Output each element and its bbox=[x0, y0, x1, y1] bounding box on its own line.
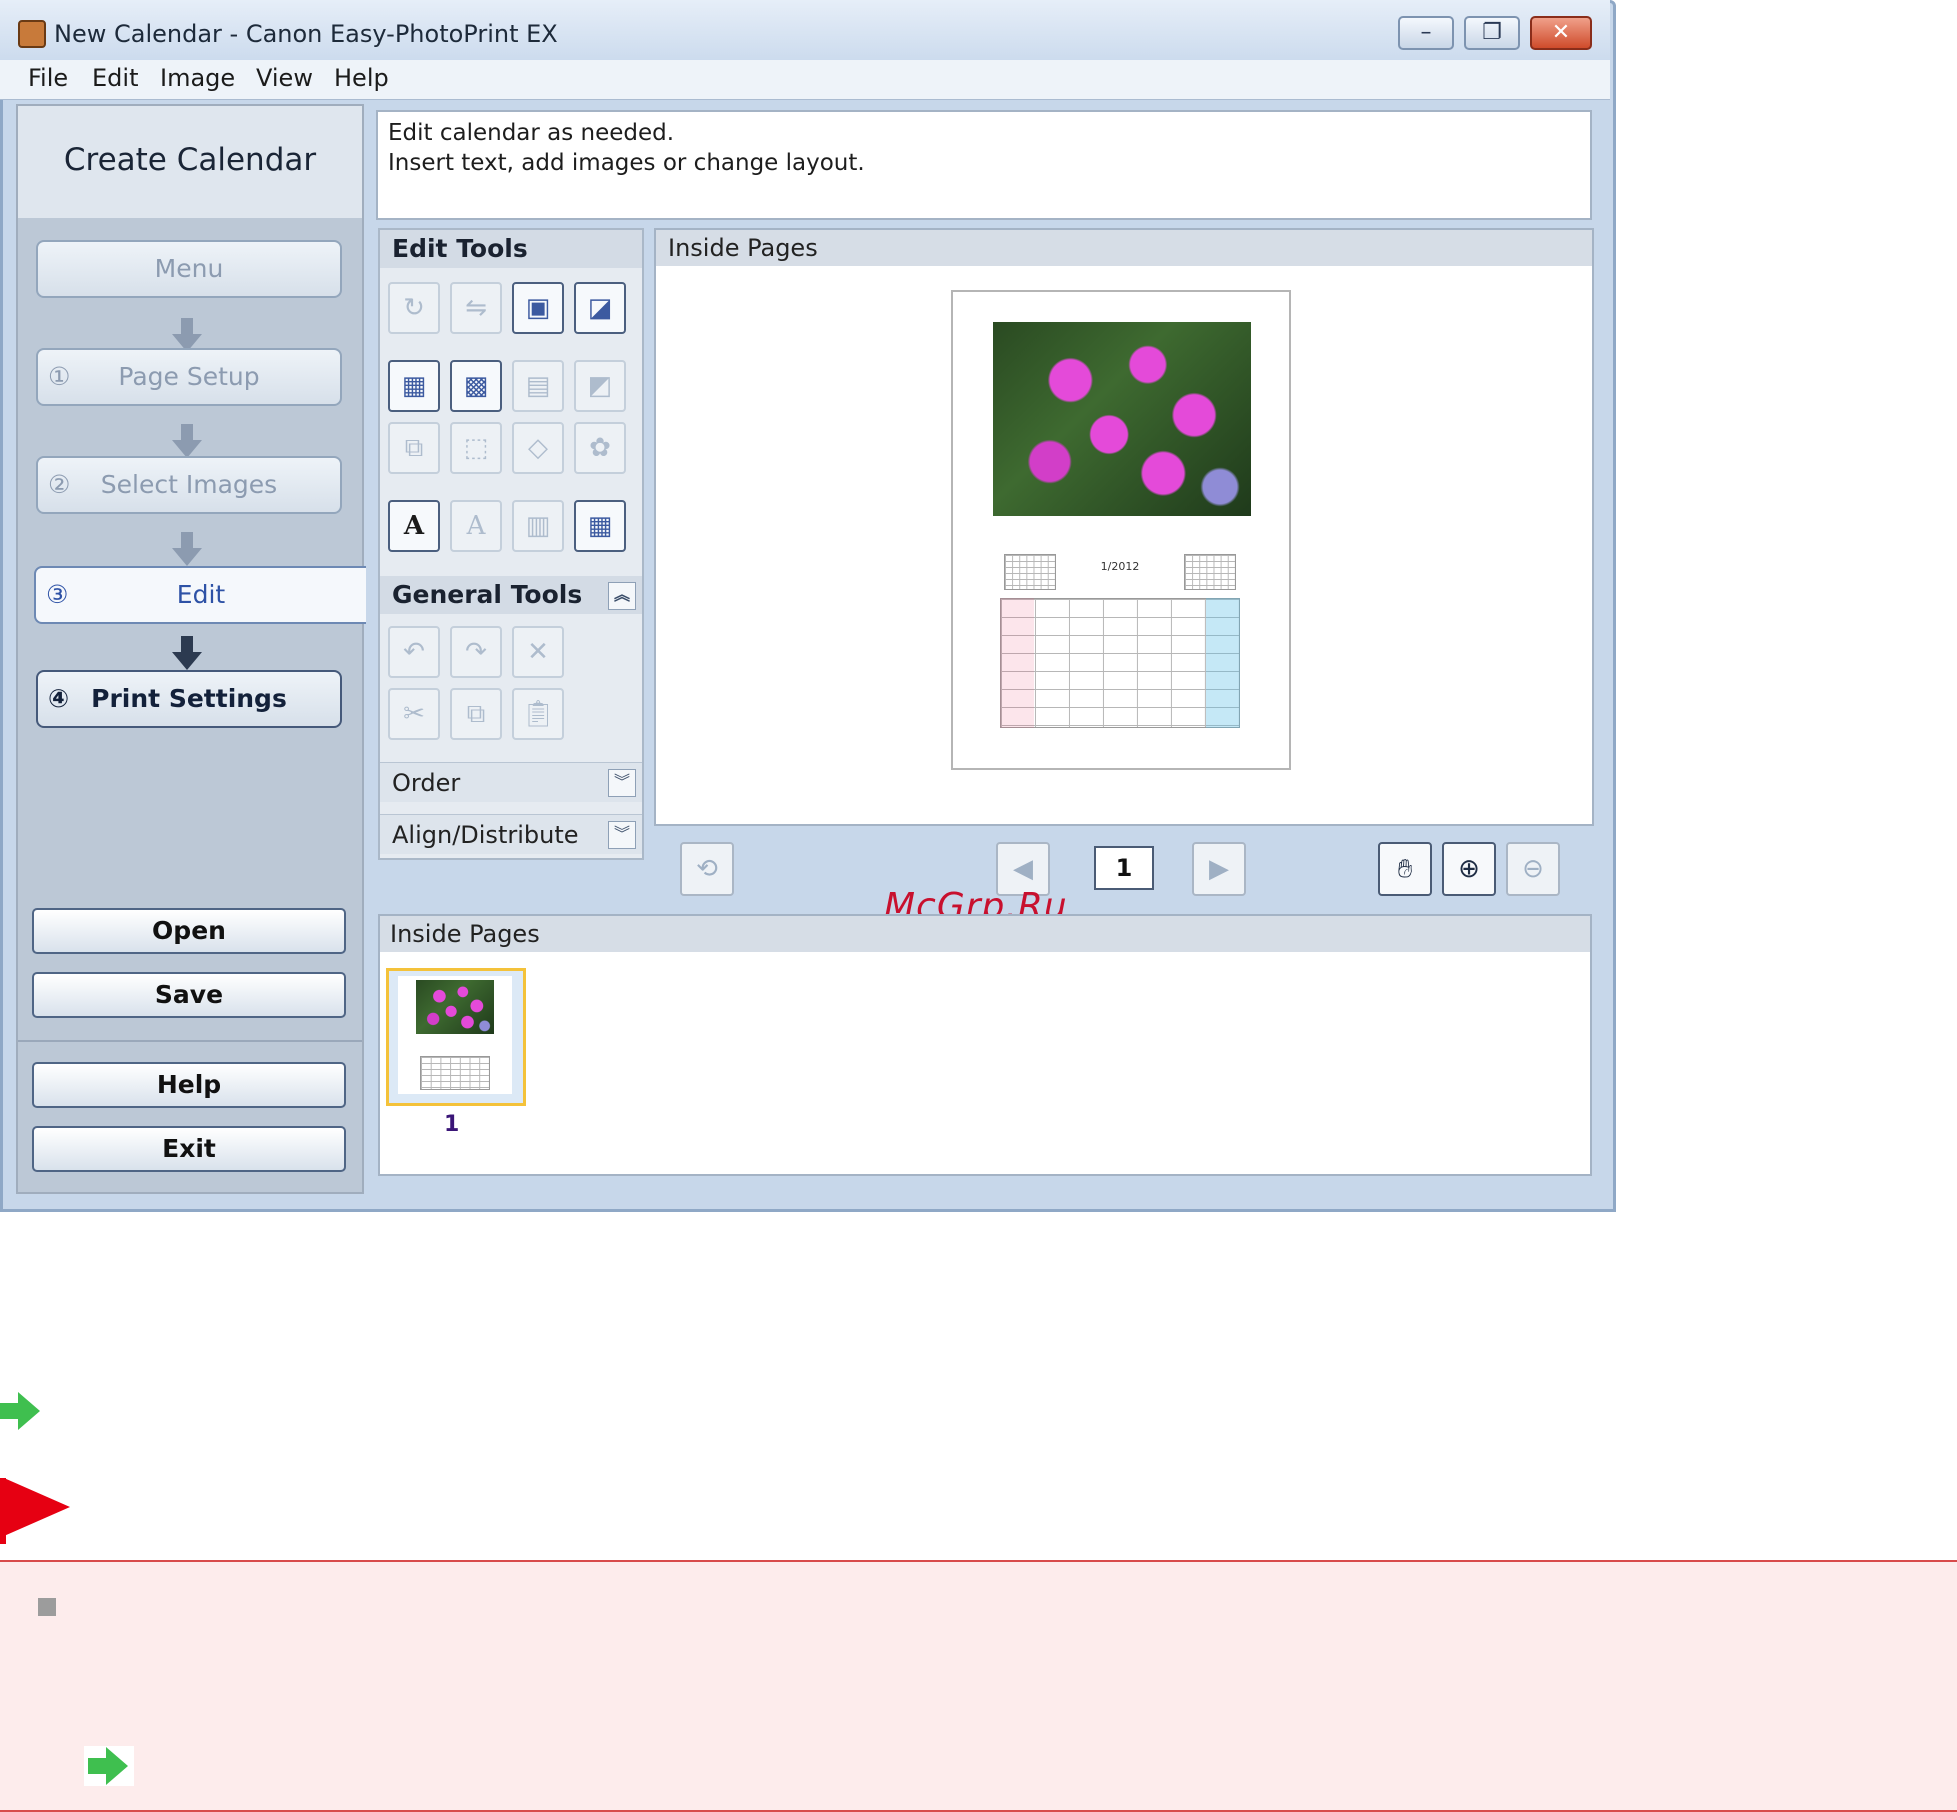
step-number: ② bbox=[48, 470, 71, 499]
thumbnails-panel bbox=[378, 914, 1592, 1176]
step-select-images-label: Select Images bbox=[100, 470, 278, 499]
nav-title: Create Calendar bbox=[63, 142, 317, 178]
menu-view[interactable]: View bbox=[256, 64, 313, 92]
minimize-button[interactable]: – bbox=[1398, 16, 1454, 50]
preview-header: Inside Pages bbox=[656, 230, 1592, 266]
send-back-tool-icon[interactable]: ◪ bbox=[574, 282, 626, 334]
down-arrow-icon bbox=[172, 636, 202, 670]
zoom-in-icon[interactable]: ⊕ bbox=[1442, 842, 1496, 896]
step-print-settings-button[interactable]: ④ Print Settings bbox=[36, 670, 342, 728]
add-text-tool-icon[interactable]: A bbox=[388, 500, 440, 552]
calendar-grid[interactable] bbox=[1000, 598, 1240, 728]
rotate-tool-icon[interactable]: ↻ bbox=[388, 282, 440, 334]
step-menu-label: Menu bbox=[154, 254, 224, 283]
note-box bbox=[0, 1560, 1957, 1812]
calendar-month-title: 1/2012 bbox=[1100, 560, 1140, 573]
menu-file[interactable]: File bbox=[28, 64, 68, 92]
open-button[interactable]: Open bbox=[32, 908, 346, 954]
flip-tool-icon[interactable]: ⇋ bbox=[450, 282, 502, 334]
step-number: ④ bbox=[48, 684, 70, 713]
menu-bar bbox=[0, 60, 1610, 100]
menu-image[interactable]: Image bbox=[160, 64, 235, 92]
align-distribute-label: Align/Distribute bbox=[392, 821, 579, 849]
bring-front-tool-icon[interactable]: ▣ bbox=[512, 282, 564, 334]
page-number-field[interactable]: 1 bbox=[1094, 846, 1154, 890]
expand-down-icon[interactable]: ︾ bbox=[608, 821, 636, 849]
step-menu-button[interactable]: Menu bbox=[36, 240, 342, 298]
copy-tool-icon[interactable]: ⧉ bbox=[450, 688, 502, 740]
close-button[interactable]: ✕ bbox=[1530, 16, 1592, 50]
paste-tool-icon[interactable]: 📋︎ bbox=[512, 688, 564, 740]
image-settings-tool-icon[interactable]: ▤ bbox=[512, 360, 564, 412]
saturday-column bbox=[1206, 598, 1240, 728]
step-page-setup-button[interactable]: ① Page Setup bbox=[36, 348, 342, 406]
date-settings-tool-icon[interactable]: ▥ bbox=[512, 500, 564, 552]
menu-edit[interactable]: Edit bbox=[92, 64, 138, 92]
delete-tool-icon[interactable]: ✕ bbox=[512, 626, 564, 678]
exit-button[interactable]: Exit bbox=[32, 1126, 346, 1172]
add-image-tool-icon[interactable]: ▦ bbox=[388, 360, 440, 412]
restore-button[interactable]: ❐ bbox=[1464, 16, 1520, 50]
order-label: Order bbox=[392, 769, 461, 797]
save-button[interactable]: Save bbox=[32, 972, 346, 1018]
note-bullet-icon bbox=[38, 1598, 56, 1616]
crop-tool-icon[interactable]: ⬚ bbox=[450, 422, 502, 474]
hand-tool-icon[interactable]: ✋︎ bbox=[1378, 842, 1432, 896]
thumbnail-label: 1 bbox=[444, 1112, 460, 1137]
edit-tools-header: Edit Tools bbox=[380, 230, 642, 268]
rotate-view-button[interactable]: ⟲ bbox=[680, 842, 734, 896]
effects-tool-icon[interactable]: ✿ bbox=[574, 422, 626, 474]
align-distribute-section[interactable]: Align/Distribute ︾ bbox=[380, 814, 642, 854]
expand-down-icon[interactable]: ︾ bbox=[608, 769, 636, 797]
step-number: ③ bbox=[46, 580, 69, 609]
step-select-images-button[interactable]: ② Select Images bbox=[36, 456, 342, 514]
step-edit-button[interactable]: ③ Edit bbox=[34, 566, 366, 624]
link-arrow-icon[interactable] bbox=[88, 1747, 128, 1785]
flower-photo[interactable] bbox=[993, 322, 1251, 516]
collapse-up-icon[interactable]: ︽ bbox=[608, 582, 636, 610]
cut-tool-icon[interactable]: ✂ bbox=[388, 688, 440, 740]
replace-image-tool-icon[interactable]: ▩ bbox=[450, 360, 502, 412]
help-button[interactable]: Help bbox=[32, 1062, 346, 1108]
nav-divider bbox=[18, 1040, 362, 1042]
instruction-line-1: Edit calendar as needed. bbox=[388, 120, 675, 146]
undo-tool-icon[interactable]: ↶ bbox=[388, 626, 440, 678]
zoom-out-icon[interactable]: ⊖ bbox=[1506, 842, 1560, 896]
general-tools-label: General Tools bbox=[392, 580, 583, 609]
background-tool-icon[interactable]: ◩ bbox=[574, 360, 626, 412]
menu-help[interactable]: Help bbox=[334, 64, 389, 92]
redo-tool-icon[interactable]: ↷ bbox=[450, 626, 502, 678]
link-arrow-icon[interactable] bbox=[0, 1392, 40, 1430]
layout-tool-icon[interactable]: ⧉ bbox=[388, 422, 440, 474]
app-icon bbox=[18, 20, 46, 48]
thumbnail-calendar-grid bbox=[420, 1056, 490, 1090]
text-settings-tool-icon[interactable]: A bbox=[450, 500, 502, 552]
sunday-column bbox=[1000, 598, 1034, 728]
step-print-settings-label: Print Settings bbox=[91, 684, 287, 713]
down-arrow-icon bbox=[172, 532, 202, 566]
mini-calendar-next bbox=[1184, 554, 1236, 590]
calendar-settings-tool-icon[interactable]: ▦ bbox=[574, 500, 626, 552]
thumbnail-photo bbox=[416, 980, 494, 1034]
frame-tool-icon[interactable]: ◇ bbox=[512, 422, 564, 474]
general-tools-header: General Tools ︽ bbox=[380, 576, 642, 614]
thumbnails-header: Inside Pages bbox=[380, 916, 1590, 952]
window-title: New Calendar - Canon Easy-PhotoPrint EX bbox=[54, 20, 558, 48]
step-edit-label: Edit bbox=[176, 580, 226, 609]
mini-calendar-prev bbox=[1004, 554, 1056, 590]
instruction-line-2: Insert text, add images or change layout… bbox=[388, 150, 865, 176]
important-flag-icon bbox=[4, 1478, 70, 1536]
step-page-setup-label: Page Setup bbox=[118, 362, 260, 391]
next-page-button[interactable]: ▶ bbox=[1192, 842, 1246, 896]
order-section[interactable]: Order ︾ bbox=[380, 762, 642, 802]
step-number: ① bbox=[48, 362, 71, 391]
